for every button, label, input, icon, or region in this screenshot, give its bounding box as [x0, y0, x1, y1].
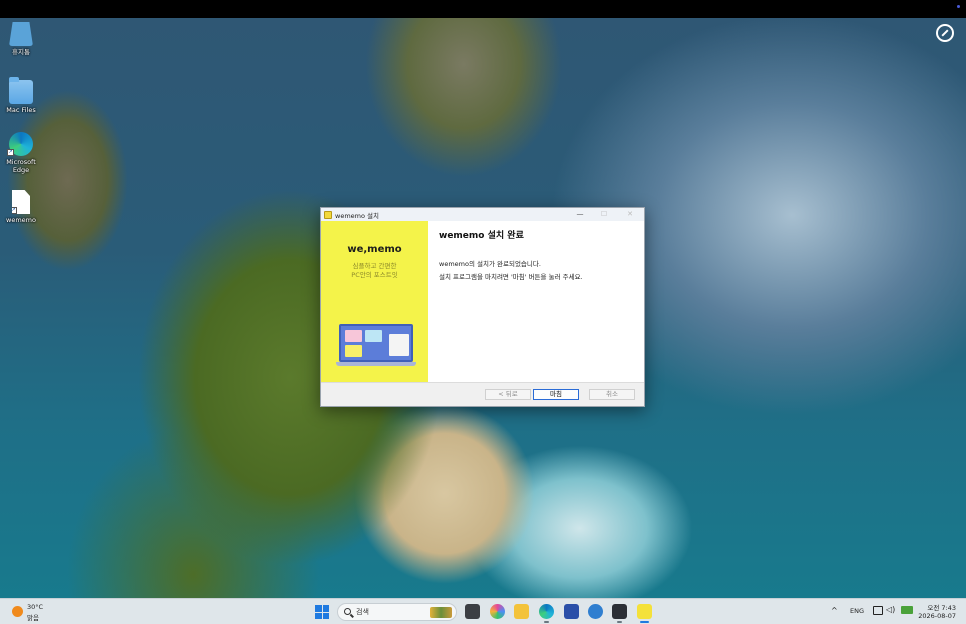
desktop-icon-edge[interactable]: ↗ Microsoft Edge: [0, 132, 42, 174]
edge-taskbar-icon[interactable]: [539, 604, 554, 623]
install-finish-instruction: 설치 프로그램을 마치려면 '마침' 버튼을 눌러 주세요.: [439, 273, 583, 281]
weather-temperature[interactable]: 30°C: [27, 603, 43, 611]
taskbar-search-box[interactable]: 검색: [337, 603, 457, 621]
input-language[interactable]: ENG: [850, 607, 864, 615]
minimize-button[interactable]: —: [568, 208, 592, 221]
install-complete-message: wememo의 설치가 완료되었습니다.: [439, 260, 541, 268]
finish-button[interactable]: 마침: [533, 389, 579, 400]
clock-date[interactable]: 2026-08-07: [918, 612, 956, 620]
cancel-button[interactable]: 취소: [589, 389, 635, 400]
top-black-bar: [0, 0, 966, 18]
folder-icon: [9, 77, 33, 104]
brand-tagline: 심플하고 간편한 PC안의 포스트잇: [351, 262, 398, 279]
shortcut-arrow-icon: ↗: [7, 149, 14, 156]
file-icon: ↗: [12, 190, 30, 214]
outlook-icon[interactable]: [588, 604, 603, 619]
desktop-icon-wememo[interactable]: ↗ wememo: [0, 190, 42, 224]
network-icon[interactable]: [873, 606, 883, 615]
store-icon[interactable]: [564, 604, 579, 619]
desktop-icon-label: wememo: [6, 216, 36, 224]
search-highlight-image-icon: [430, 607, 452, 618]
wememo-taskbar-icon[interactable]: [637, 604, 652, 623]
installer-footer: < 뒤로 마침 취소: [321, 382, 644, 406]
file-explorer-icon[interactable]: [514, 604, 529, 619]
install-complete-heading: wememo 설치 완료: [439, 231, 524, 241]
recycle-bin-icon: [9, 22, 33, 46]
desktop-icon-label: Microsoft Edge: [6, 158, 36, 174]
weather-condition[interactable]: 맑음: [27, 612, 39, 622]
desktop-icon-mac-files[interactable]: Mac Files: [0, 77, 42, 114]
installer-side-banner: we,memo 심플하고 간편한 PC안의 포스트잇: [321, 221, 428, 384]
tray-overflow-chevron-icon[interactable]: ^: [831, 606, 838, 615]
search-icon: [344, 608, 351, 615]
widgets-copilot-icon[interactable]: [490, 604, 505, 619]
close-button[interactable]: ✕: [618, 208, 642, 221]
laptop-illustration-icon: [336, 324, 416, 368]
search-label: 검색: [356, 608, 369, 616]
back-button[interactable]: < 뒤로: [485, 389, 531, 400]
volume-icon[interactable]: ◁): [886, 605, 895, 614]
app-memo-icon: [324, 210, 332, 219]
desktop-icon-label: 휴지통: [12, 48, 30, 56]
installer-window: wememo 설치 — ☐ ✕ we,memo 심플하고 간편한 PC안의 포스…: [320, 207, 645, 407]
edge-icon: ↗: [7, 132, 33, 156]
desktop-icon-label: Mac Files: [6, 106, 36, 114]
maximize-button[interactable]: ☐: [592, 208, 616, 221]
sun-weather-icon[interactable]: [12, 606, 23, 617]
start-button[interactable]: [315, 605, 329, 619]
brand-logo-text: we,memo: [347, 244, 402, 255]
window-title: wememo 설치: [335, 211, 379, 220]
window-titlebar[interactable]: wememo 설치 — ☐ ✕: [321, 208, 644, 221]
indicator-dot: [957, 5, 960, 8]
remote-desktop-icon[interactable]: [936, 24, 954, 42]
desktop-icon-recycle-bin[interactable]: 휴지통: [0, 22, 42, 56]
shortcut-arrow-icon: ↗: [11, 207, 17, 214]
task-view-icon[interactable]: [465, 604, 480, 619]
battery-icon[interactable]: [901, 606, 913, 614]
clock-time[interactable]: 오전 7:43: [927, 602, 956, 612]
taskbar: 30°C 맑음 검색 ^ ENG ◁) 오전 7:43 2026-08-07: [0, 598, 966, 624]
terminal-icon[interactable]: [612, 604, 627, 623]
